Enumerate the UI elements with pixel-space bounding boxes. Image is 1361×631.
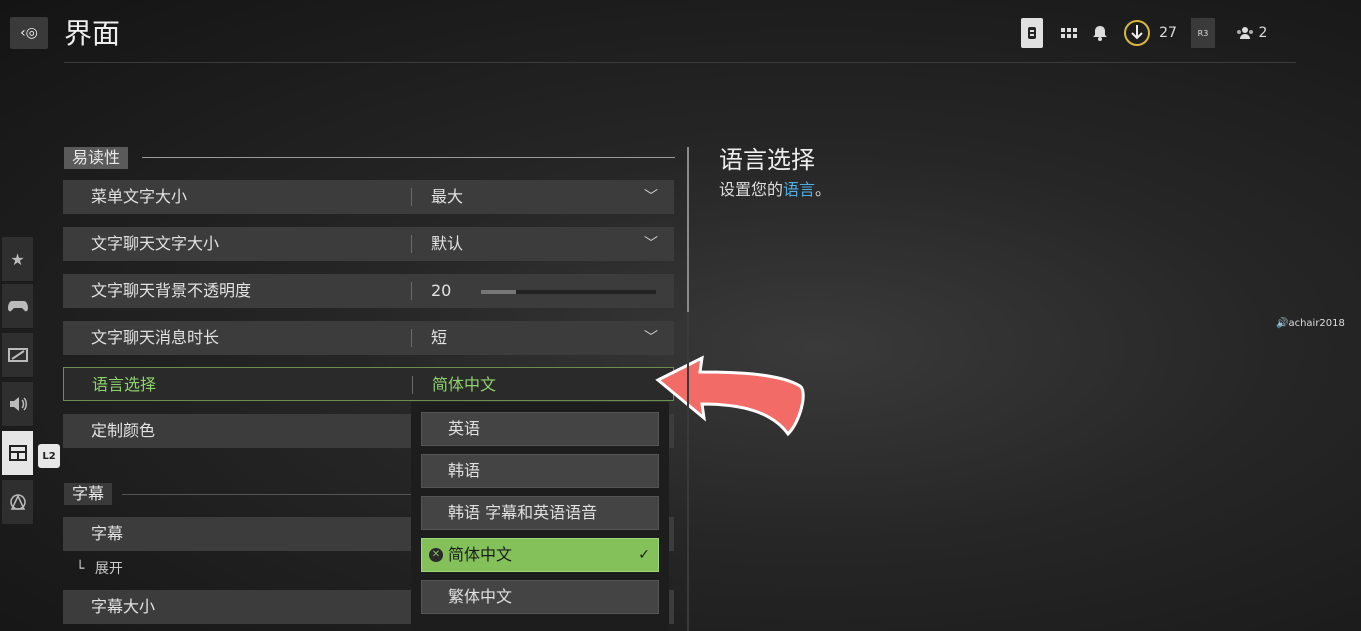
l2-badge: L2 (38, 444, 60, 468)
section-readability: 易读性 (64, 147, 129, 169)
interface-icon (8, 445, 27, 461)
setting-value: 20 (431, 281, 452, 300)
section-divider (122, 494, 412, 495)
slider-fill (481, 290, 516, 294)
setting-row-chat-bg-opacity[interactable]: 文字聊天背景不透明度 20 (63, 274, 674, 308)
network-icon (9, 494, 26, 510)
bell-icon[interactable] (1090, 18, 1110, 48)
language-dropdown[interactable]: 英语 韩语 韩语 字幕和英语语音 ✕ 简体中文 ✓ 繁体中文 (411, 402, 669, 631)
detail-title: 语言选择 (719, 146, 815, 174)
section-subtitles: 字幕 (64, 483, 113, 505)
row-separator (411, 235, 412, 253)
row-separator (411, 282, 412, 300)
audio-icon (9, 397, 27, 411)
setting-row-chat-duration[interactable]: 文字聊天消息时长 短 ﹀ (63, 321, 674, 355)
back-icon: ‹◎ (20, 25, 38, 41)
setting-label: 字幕 (91, 524, 124, 543)
display-icon (7, 348, 28, 362)
rail-display[interactable] (2, 333, 33, 378)
setting-label: 字幕大小 (91, 597, 156, 616)
favorites-icon: ★ (10, 249, 25, 269)
dropdown-option[interactable]: 繁体中文 (421, 580, 659, 614)
chevron-down-icon: ﹀ (644, 236, 658, 252)
detail-desc-prefix: 设置您的 (719, 180, 784, 199)
expand-item[interactable]: └ 展开 (76, 558, 123, 578)
rail-favorites[interactable]: ★ (2, 237, 33, 282)
download-icon[interactable] (1122, 18, 1152, 48)
tree-branch-icon: └ (76, 561, 85, 577)
setting-label: 文字聊天消息时长 (91, 328, 220, 347)
checkmark-icon: ✓ (638, 547, 650, 563)
download-count: 27 (1159, 25, 1177, 41)
opacity-slider[interactable] (481, 290, 656, 294)
row-separator (411, 329, 412, 347)
setting-row-language[interactable]: 语言选择 简体中文 (63, 367, 674, 401)
option-label: 英语 (448, 419, 481, 438)
chevron-down-icon: ﹀ (644, 189, 658, 205)
detail-description: 设置您的语言。 (719, 176, 831, 200)
controller-icon (7, 301, 28, 312)
grid-icon[interactable] (1058, 18, 1080, 48)
dropdown-option[interactable]: 英语 (421, 412, 659, 446)
option-label: 简体中文 (448, 545, 513, 564)
storage-icon[interactable] (1021, 18, 1043, 48)
scrollbar-thumb[interactable] (687, 147, 689, 312)
back-button[interactable]: ‹◎ (10, 17, 48, 49)
dropdown-option-selected[interactable]: ✕ 简体中文 ✓ (421, 538, 659, 572)
setting-label: 菜单文字大小 (91, 187, 188, 206)
option-label: 繁体中文 (448, 587, 513, 606)
row-separator (412, 376, 413, 394)
red-arrow-annotation (655, 355, 805, 437)
setting-label: 文字聊天文字大小 (91, 234, 220, 253)
page-title: 界面 (64, 17, 121, 50)
watermark-text: 🔊achair2018 (1276, 318, 1345, 329)
rail-network[interactable] (2, 480, 33, 525)
rail-interface[interactable] (2, 431, 33, 476)
section-divider (142, 157, 675, 158)
r3-controller-icon[interactable]: R3 (1191, 18, 1215, 48)
setting-value: 短 (431, 328, 448, 347)
setting-value: 简体中文 (432, 375, 497, 394)
setting-row-menu-text-size[interactable]: 菜单文字大小 最大 ﹀ (63, 180, 674, 214)
dropdown-option[interactable]: 韩语 字幕和英语语音 (421, 496, 659, 530)
option-label: 韩语 字幕和英语语音 (448, 503, 598, 522)
party-icon[interactable] (1236, 18, 1254, 48)
setting-value: 最大 (431, 187, 464, 206)
expand-label: 展开 (94, 561, 123, 577)
detail-desc-suffix: 。 (815, 180, 832, 199)
chevron-down-icon: ﹀ (644, 330, 658, 346)
dropdown-option[interactable]: 韩语 (421, 454, 659, 488)
option-label: 韩语 (448, 461, 481, 480)
header-divider (64, 62, 1296, 63)
rail-audio[interactable] (2, 382, 33, 427)
setting-label: 语言选择 (92, 375, 157, 394)
rail-controller[interactable] (2, 284, 33, 329)
setting-value: 默认 (431, 234, 464, 253)
setting-row-chat-text-size[interactable]: 文字聊天文字大小 默认 ﹀ (63, 227, 674, 261)
party-count: 2 (1258, 25, 1268, 41)
setting-label: 文字聊天背景不透明度 (91, 281, 252, 300)
detail-desc-highlight: 语言 (783, 180, 816, 199)
setting-label: 定制颜色 (91, 421, 156, 440)
row-separator (411, 188, 412, 206)
cross-button-icon: ✕ (429, 548, 443, 562)
